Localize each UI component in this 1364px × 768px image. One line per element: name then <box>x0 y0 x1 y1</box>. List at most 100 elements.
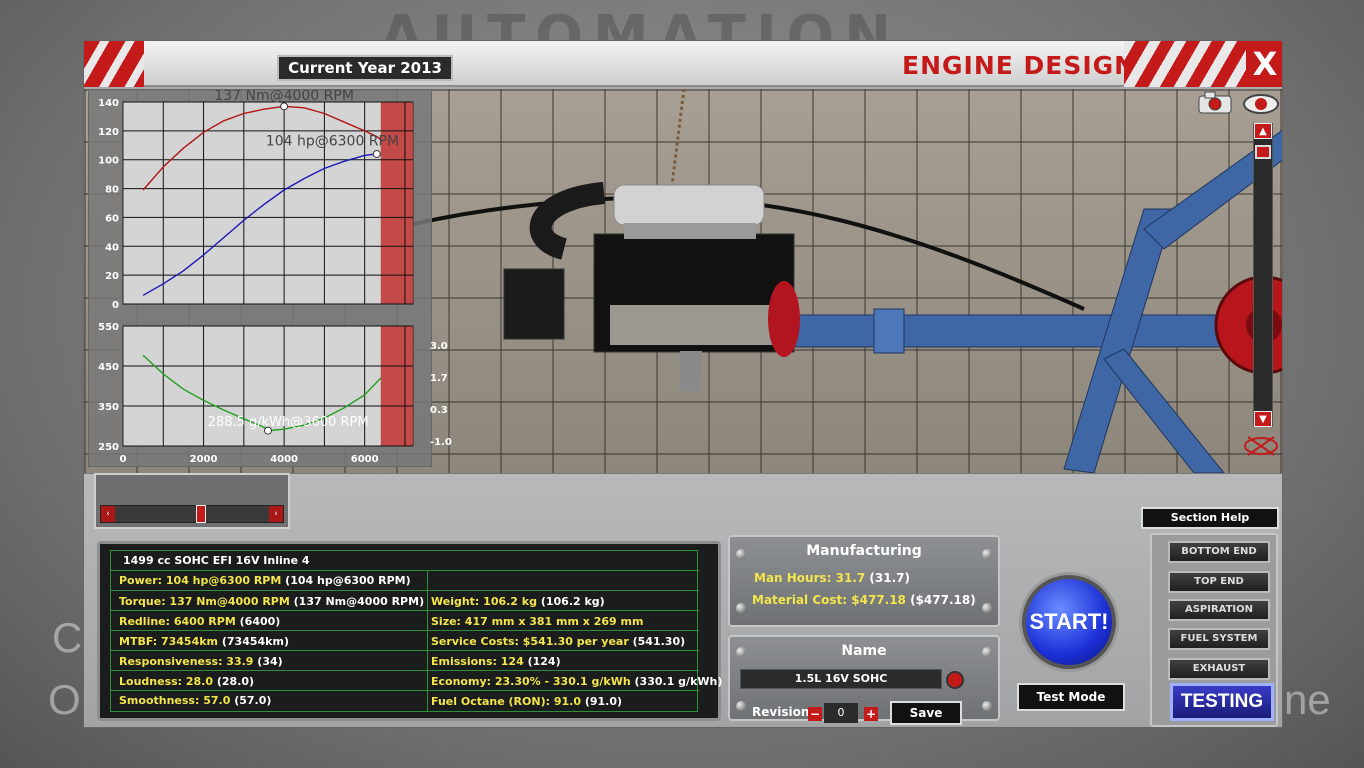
rivet <box>736 603 746 613</box>
x-tick-label: 4000 <box>270 454 298 465</box>
rivet <box>982 701 992 711</box>
y-tick-label: 0 <box>112 300 119 311</box>
stat-torque: Torque: 137 Nm@4000 RPM (137 Nm@4000 RPM… <box>119 595 425 608</box>
revision-minus-button[interactable]: − <box>808 707 822 721</box>
stat-redline: Redline: 6400 RPM (6400) <box>119 615 281 628</box>
zoom-slider-track[interactable] <box>1253 123 1273 427</box>
current-year-label: Current Year 2013 <box>277 55 453 81</box>
economy-right-axis: 3.0 1.7 0.3 -1.0 <box>430 341 470 451</box>
y-tick-label: 40 <box>105 242 119 253</box>
stat-power: Power: 104 hp@6300 RPM (104 hp@6300 RPM) <box>119 574 411 587</box>
window-title: ENGINE DESIGN <box>902 51 1137 80</box>
intake-runners <box>624 223 756 239</box>
engine-head <box>610 305 780 345</box>
revision-value: 0 <box>824 703 858 723</box>
manufacturing-title: Manufacturing <box>806 543 922 559</box>
zoom-up-button[interactable]: ▲ <box>1254 123 1272 139</box>
y-tick-label: 550 <box>98 322 119 333</box>
y-tick-label: 60 <box>105 213 119 224</box>
x-tick-label: 2000 <box>190 454 218 465</box>
power-peak-marker <box>372 149 381 158</box>
revision-label: Revision <box>752 705 810 719</box>
torque-annotation: 137 Nm@4000 RPM <box>214 90 354 104</box>
zoom-down-button[interactable]: ▼ <box>1254 411 1272 427</box>
y-tick-label: 120 <box>98 127 119 138</box>
stats-grid: 1499 cc SOHC EFI 16V Inline 4 Power: 104… <box>110 550 722 712</box>
engine-curves-panel: 140 120 100 80 60 40 20 0 550 450 350 250 0 2000 4000 6… <box>88 89 432 467</box>
oil-pan-mount <box>680 351 702 391</box>
stat-size: Size: 417 mm x 381 mm x 269 mm <box>431 615 644 628</box>
ecu-box <box>503 268 565 340</box>
right-tick-label: 3.0 <box>430 341 448 352</box>
engine-curves-chart: 1401201008060402005504503502500 2000 4000 6… <box>98 90 414 465</box>
right-tick-label: -1.0 <box>430 437 452 448</box>
stat-mtbf: MTBF: 73454km (73454km) <box>119 635 289 648</box>
zoom-slider-thumb[interactable] <box>1255 145 1271 159</box>
stats-row: 1499 cc SOHC EFI 16V Inline 4 <box>111 551 699 571</box>
title-stripes-right <box>1124 41 1246 87</box>
nav-bottom-end[interactable]: BOTTOM END <box>1168 541 1270 563</box>
x-tick-label: 0 <box>120 454 127 465</box>
slider-right-arrow[interactable]: › <box>269 506 283 522</box>
title-stripes-left <box>84 41 144 87</box>
economy-annotation: 288.5 g/kWh@3600 RPM <box>208 415 369 430</box>
background-word: ne <box>1284 676 1331 723</box>
man-hours: Man Hours: 31.7 (31.7) <box>754 571 910 585</box>
y-tick-label: 350 <box>98 402 119 413</box>
nav-top-end[interactable]: TOP END <box>1168 571 1270 593</box>
background-letter: C <box>52 614 83 661</box>
hide-view-icon[interactable] <box>1242 433 1280 459</box>
title-bar: Current Year 2013 ENGINE DESIGN X <box>84 41 1282 87</box>
y-tick-label: 100 <box>98 156 119 167</box>
rivet <box>982 603 992 613</box>
year-slider-thumb[interactable] <box>196 505 206 523</box>
start-button[interactable]: START! <box>1022 575 1116 669</box>
y-tick-label: 80 <box>105 185 119 196</box>
stat-weight: Weight: 106.2 kg (106.2 kg) <box>431 595 605 608</box>
y-tick-label: 250 <box>98 442 119 453</box>
stat-smoothness: Smoothness: 57.0 (57.0) <box>119 694 272 707</box>
x-tick-label: 6000 <box>351 454 379 465</box>
redline-zone <box>380 326 413 446</box>
y-tick-label: 450 <box>98 362 119 373</box>
year-slider-track[interactable] <box>100 505 284 523</box>
nav-exhaust[interactable]: EXHAUST <box>1168 658 1270 680</box>
name-panel: Name 1.5L 16V SOHC Revision − 0 + Save <box>728 635 1000 725</box>
nav-aspiration[interactable]: ASPIRATION <box>1168 599 1270 621</box>
engine-description: 1499 cc SOHC EFI 16V Inline 4 <box>123 554 310 567</box>
slider-left-arrow[interactable]: ‹ <box>101 506 115 522</box>
y-tick-label: 140 <box>98 98 119 109</box>
stat-emissions: Emissions: 124 (124) <box>431 655 561 668</box>
stat-responsiveness: Responsiveness: 33.9 (34) <box>119 655 283 668</box>
stand-brace <box>1103 348 1225 473</box>
year-slider[interactable]: ‹ › <box>94 473 290 529</box>
name-title: Name <box>841 643 887 659</box>
refresh-icon[interactable] <box>946 671 964 689</box>
stats-divider <box>427 571 428 712</box>
right-tick-label: 0.3 <box>430 405 448 416</box>
engine-design-window: Current Year 2013 ENGINE DESIGN X ▲ ▼ 14… <box>83 40 1283 728</box>
test-mode-button[interactable]: Test Mode <box>1017 683 1125 711</box>
rivet <box>736 701 746 711</box>
close-button[interactable]: X <box>1246 41 1282 87</box>
stat-fuel-octane: Fuel Octane (RON): 91.0 (91.0) <box>431 695 623 708</box>
camera-icon[interactable] <box>1197 91 1233 115</box>
engine-stats-panel: 1499 cc SOHC EFI 16V Inline 4 Power: 104… <box>97 541 722 721</box>
background-letter: O <box>48 676 81 723</box>
y-tick-label: 20 <box>105 271 119 282</box>
nav-fuel-system[interactable]: FUEL SYSTEM <box>1168 628 1270 650</box>
testing-button[interactable]: TESTING <box>1170 683 1274 721</box>
power-annotation: 104 hp@6300 RPM <box>266 133 399 149</box>
engine-name-input[interactable]: 1.5L 16V SOHC <box>740 669 942 689</box>
eye-icon[interactable] <box>1242 93 1280 115</box>
stat-loudness: Loudness: 28.0 (28.0) <box>119 675 255 688</box>
pulley <box>768 281 800 357</box>
stat-economy: Economy: 23.30% - 330.1 g/kWh (330.1 g/k… <box>431 675 723 688</box>
revision-plus-button[interactable]: + <box>864 707 878 721</box>
manufacturing-panel: Manufacturing Man Hours: 31.7 (31.7) Mat… <box>728 535 1000 627</box>
stand-beam <box>783 314 1282 348</box>
material-cost: Material Cost: $477.18 ($477.18) <box>752 593 976 607</box>
stat-service-costs: Service Costs: $541.30 per year (541.30) <box>431 635 686 648</box>
save-button[interactable]: Save <box>890 701 962 725</box>
section-help-button[interactable]: Section Help <box>1141 507 1279 529</box>
